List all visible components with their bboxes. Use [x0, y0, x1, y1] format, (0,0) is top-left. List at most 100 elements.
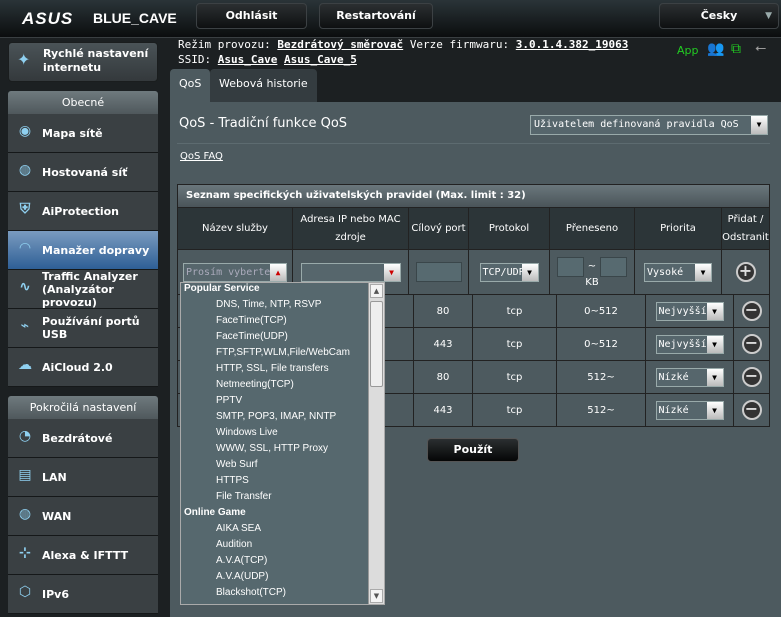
ssid-link-2[interactable]: Asus_Cave_5 — [284, 53, 357, 66]
list-item[interactable]: DNS, Time, NTP, RSVP — [181, 299, 384, 315]
protocol-cell: tcp — [473, 328, 557, 360]
remove-icon[interactable]: − — [741, 301, 762, 321]
sidebar-item-label: Hostovaná síť — [42, 165, 128, 179]
list-item[interactable]: A.V.A(TCP) — [181, 555, 384, 571]
ssid-label: SSID: — [178, 53, 212, 66]
list-item[interactable]: FTP,SFTP,WLM,File/WebCam — [181, 347, 384, 363]
language-select[interactable]: Česky ▼ — [659, 3, 779, 29]
sidebar-item[interactable]: ▤ LAN — [8, 458, 158, 497]
speedometer-icon: ◠ — [19, 240, 31, 256]
port-cell: 443 — [414, 394, 473, 426]
list-item[interactable]: A.V.A(UDP) — [181, 571, 384, 587]
scroll-thumb[interactable] — [370, 301, 383, 387]
usb-icon[interactable]: ⭠ — [755, 40, 766, 56]
service-dropdown-list: Popular Service DNS, Time, NTP, RSVP FaceT… — [180, 282, 385, 605]
protocol-select[interactable]: TCP/UDP ▼ — [479, 262, 539, 282]
language-value: Česky — [700, 9, 738, 22]
apply-button[interactable]: Použít — [427, 438, 519, 462]
status-info: Režim provozu: Bezdrátový směrovač Verze… — [178, 37, 628, 67]
port-input[interactable] — [415, 262, 462, 282]
row-priority-select[interactable]: Nejvyšší ▼ — [655, 301, 724, 321]
list-item[interactable]: Windows Live — [181, 427, 384, 443]
list-item[interactable]: HTTPS — [181, 475, 384, 491]
list-item[interactable]: Netmeeting(TCP) — [181, 379, 384, 395]
sidebar-item[interactable]: ◍ Hostovaná síť — [8, 153, 158, 192]
lan-icon: ▤ — [18, 467, 32, 483]
list-group-header: Online Game — [184, 507, 246, 518]
service-select[interactable]: Prosím vyberte ▲ — [183, 262, 287, 282]
sidebar-item[interactable]: ☁ AiCloud 2.0 — [8, 348, 158, 387]
alexa-icon: ⊹ — [19, 545, 31, 561]
sidebar-item[interactable]: ⊹ Alexa & IFTTT — [8, 536, 158, 575]
row-priority-select[interactable]: Nízké ▼ — [655, 400, 724, 420]
list-item[interactable]: FaceTime(TCP) — [181, 315, 384, 331]
chevron-down-icon: ▼ — [706, 302, 723, 320]
list-item[interactable]: Audition — [181, 539, 384, 555]
general-heading: Obecné — [8, 91, 158, 114]
priority-select[interactable]: Vysoké ▼ — [644, 262, 712, 282]
sidebar-item[interactable]: ◉ Mapa sítě — [8, 114, 158, 153]
list-item[interactable]: WWW, SSL, HTTP Proxy — [181, 443, 384, 459]
list-item[interactable]: File Transfer — [181, 491, 384, 507]
remove-icon[interactable]: − — [741, 400, 762, 420]
list-item[interactable]: Web Surf — [181, 459, 384, 475]
sidebar-item-label: LAN — [42, 470, 67, 484]
chevron-down-icon: ▼ — [383, 263, 400, 281]
network-status-icon[interactable]: ⧉ — [731, 41, 741, 57]
app-link[interactable]: App — [677, 44, 699, 57]
sidebar-item[interactable]: ⛨ AiProtection — [8, 192, 158, 231]
usb-icon: ⌁ — [20, 318, 30, 334]
row-priority-value: Nejvyšší — [658, 305, 707, 317]
row-priority-select[interactable]: Nejvyšší ▼ — [655, 334, 724, 354]
col-port: Cílový port — [409, 208, 469, 249]
qos-faq-link[interactable]: QoS FAQ — [180, 151, 223, 162]
list-item[interactable]: AIKA SEA — [181, 523, 384, 539]
scroll-down-icon[interactable]: ▼ — [370, 589, 383, 603]
chevron-down-icon: ▼ — [706, 368, 723, 386]
divider — [177, 143, 770, 144]
logout-button[interactable]: Odhlásit — [196, 3, 307, 29]
tab-web-history[interactable]: Webová historie — [210, 69, 317, 102]
remove-icon[interactable]: − — [741, 367, 762, 387]
sidebar-item[interactable]: ∿ Traffic Analyzer (Analyzátor provozu) — [8, 270, 158, 309]
sidebar-item-label: Mapa sítě — [42, 126, 103, 140]
port-cell: 443 — [414, 328, 473, 360]
quick-setup-button[interactable]: ✦ Rychlé nastavení internetu — [8, 42, 158, 82]
asus-logo: ASUS — [22, 9, 74, 28]
scrollbar[interactable]: ▲ ▼ — [368, 283, 384, 604]
list-item[interactable]: FaceTime(UDP) — [181, 331, 384, 347]
mode-link[interactable]: Bezdrátový směrovač — [277, 38, 403, 51]
sidebar-item-label: Bezdrátové — [42, 431, 113, 445]
chevron-down-icon: ▼ — [695, 263, 711, 281]
chevron-down-icon: ▼ — [751, 116, 767, 134]
ssid-link-1[interactable]: Asus_Cave — [218, 53, 278, 66]
sidebar-item[interactable]: ◔ Bezdrátové — [8, 419, 158, 458]
service-placeholder: Prosím vyberte — [186, 266, 271, 278]
clients-icon[interactable]: 👥 — [707, 41, 724, 57]
list-item[interactable]: HTTP, SSL, File transfers — [181, 363, 384, 379]
sidebar-item[interactable]: ◍ WAN — [8, 497, 158, 536]
list-item[interactable]: PPTV — [181, 395, 384, 411]
qos-mode-select[interactable]: Uživatelem definovaná pravidla QoS ▼ — [530, 115, 768, 135]
scroll-up-icon[interactable]: ▲ — [370, 284, 383, 298]
list-item[interactable]: SMTP, POP3, IMAP, NNTP — [181, 411, 384, 427]
add-icon[interactable]: + — [735, 262, 756, 282]
chevron-down-icon: ▼ — [706, 335, 723, 353]
list-item[interactable]: Blackshot(TCP) — [181, 587, 384, 603]
remove-icon[interactable]: − — [741, 334, 762, 354]
source-ip-select[interactable]: ▼ — [300, 262, 401, 282]
tab-qos[interactable]: QoS — [170, 69, 211, 102]
reboot-button[interactable]: Restartování — [319, 3, 433, 29]
transfer-to-input[interactable] — [600, 256, 628, 277]
sidebar-item[interactable]: ⌁ Používání portů USB — [8, 309, 158, 348]
port-cell: 80 — [414, 361, 473, 393]
sidebar-item[interactable]: ◠ Manažer dopravy — [8, 231, 158, 270]
firmware-link[interactable]: 3.0.1.4.382_19063 — [516, 38, 629, 51]
sidebar-item[interactable]: ⬡ IPv6 — [8, 575, 158, 614]
row-priority-value: Nízké — [658, 371, 689, 383]
transfer-from-input[interactable] — [556, 256, 584, 277]
row-priority-select[interactable]: Nízké ▼ — [655, 367, 724, 387]
wireless-icon: ◔ — [18, 428, 32, 444]
chevron-down-icon: ▼ — [521, 263, 538, 281]
transfer-cell: 0~512 — [557, 328, 646, 360]
